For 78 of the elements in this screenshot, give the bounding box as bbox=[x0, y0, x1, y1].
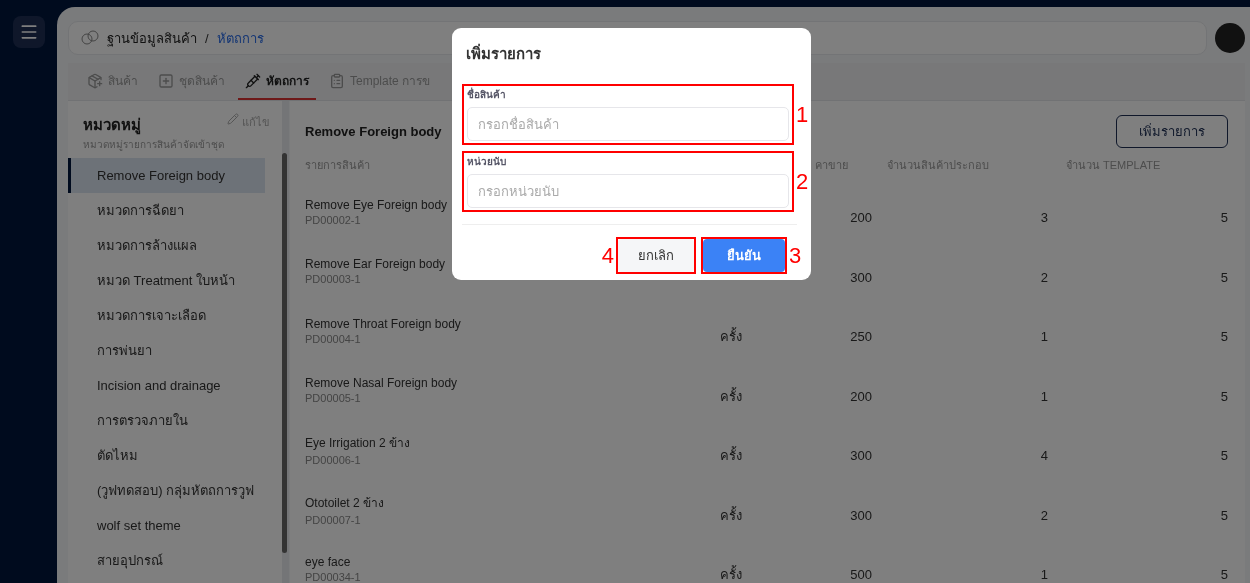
template-count-cell: 5 bbox=[1220, 507, 1228, 523]
item-count-cell: 1 bbox=[1040, 388, 1048, 404]
product-name: eye face bbox=[305, 554, 352, 569]
package-icon bbox=[87, 72, 103, 89]
item-count-cell: 3 bbox=[1040, 210, 1048, 226]
template-count-cell: 5 bbox=[1220, 388, 1228, 404]
price-cell: 200 bbox=[850, 388, 872, 404]
price-cell: 300 bbox=[850, 507, 872, 523]
syringe-icon bbox=[245, 72, 261, 89]
product-name: Remove Throat Foreign body bbox=[305, 316, 462, 331]
product-name: Ototoilet 2 ข้าง bbox=[305, 494, 386, 512]
product-name: Eye Irrigation 2 ข้าง bbox=[305, 435, 412, 453]
template-count-cell: 5 bbox=[1220, 448, 1228, 464]
unit-cell-text: ครั้ง bbox=[720, 326, 742, 347]
annotation-number: 2 bbox=[796, 170, 809, 193]
template-count-cell: 5 bbox=[1220, 567, 1228, 583]
category-title: หมวดหมู่ bbox=[83, 115, 141, 137]
plus-square-icon bbox=[158, 72, 174, 89]
product-code: PD00007-1 bbox=[305, 513, 362, 526]
category-item[interactable]: หมวดการเจาะเลือด bbox=[68, 298, 265, 333]
breadcrumb-link[interactable]: หัตถการ bbox=[216, 27, 264, 49]
template-count-cell: 5 bbox=[1220, 329, 1228, 345]
price-cell: 300 bbox=[850, 448, 872, 464]
input-field[interactable]: กรอกหน่วยนับ bbox=[467, 174, 789, 208]
category-item[interactable]: wolf set theme bbox=[68, 508, 265, 543]
pencil-icon bbox=[227, 113, 240, 125]
item-count-cell: 2 bbox=[1040, 507, 1048, 523]
category-item[interactable]: การตรวจภายใน bbox=[68, 403, 265, 438]
annotation-number: 1 bbox=[796, 103, 809, 126]
category-item[interactable]: หมวด Treatment ใบหน้า bbox=[68, 263, 265, 298]
scrollbar-thumb[interactable] bbox=[282, 153, 288, 553]
annotation-number: 3 bbox=[789, 244, 802, 267]
product-code: PD00005-1 bbox=[305, 392, 362, 405]
category-item[interactable]: Remove Foreign body bbox=[68, 158, 265, 193]
field-label: ชื่อสินค้า bbox=[467, 87, 507, 102]
item-count-cell: 1 bbox=[1040, 567, 1048, 583]
category-item[interactable]: (วูฟทดสอบ) กลุ่มหัตถการวูฟ bbox=[68, 473, 265, 508]
confirm-button[interactable]: ยืนยัน bbox=[703, 239, 785, 272]
category-item[interactable]: หมวดการฉีดยา bbox=[68, 193, 265, 228]
input-field[interactable]: กรอกชื่อสินค้า bbox=[467, 107, 789, 141]
field-label: หน่วยนับ bbox=[467, 155, 507, 169]
annotation-number: 4 bbox=[601, 244, 614, 267]
item-count-cell: 1 bbox=[1040, 329, 1048, 345]
pills-icon bbox=[81, 30, 99, 46]
price-cell: 200 bbox=[850, 210, 872, 226]
menu-button[interactable] bbox=[12, 16, 45, 48]
unit-cell-text: ครั้ง bbox=[720, 386, 742, 406]
breadcrumb-link[interactable]: ฐานข้อมูลสินค้า bbox=[107, 27, 197, 49]
product-code: PD00003-1 bbox=[305, 273, 362, 286]
price-cell: 300 bbox=[850, 269, 872, 285]
product-name: Remove Nasal Foreign body bbox=[305, 376, 459, 391]
category-item[interactable]: สายอุปกรณ์ bbox=[68, 543, 265, 578]
dialog-title: เพิ่มรายการ bbox=[465, 42, 542, 64]
product-code: PD00034-1 bbox=[305, 570, 362, 583]
product-code: PD00004-1 bbox=[305, 332, 362, 345]
item-count-cell: 2 bbox=[1040, 269, 1048, 285]
unit-cell-text: ครั้ง bbox=[720, 505, 742, 525]
cancel-button[interactable]: ยกเลิก bbox=[618, 239, 694, 272]
template-count-cell: 5 bbox=[1220, 269, 1228, 285]
avatar[interactable] bbox=[1215, 23, 1245, 53]
category-item[interactable]: หมวดการล้างแผล bbox=[68, 228, 265, 263]
template-count-cell: 5 bbox=[1220, 210, 1228, 226]
category-item[interactable]: การพ่นยา bbox=[68, 333, 265, 368]
unit-cell-text: ครั้ง bbox=[720, 445, 742, 466]
product-name: Remove Ear Foreign body bbox=[305, 257, 447, 272]
unit-cell: ครั้ง bbox=[720, 564, 742, 583]
clipboard-icon bbox=[329, 72, 345, 89]
content-title: Remove Foreign body bbox=[305, 124, 442, 139]
product-code: PD00006-1 bbox=[305, 454, 362, 467]
item-count-cell: 4 bbox=[1040, 448, 1048, 464]
breadcrumb-separator: / bbox=[205, 30, 209, 46]
price-cell: 250 bbox=[850, 329, 872, 345]
add-item-button[interactable]: เพิ่มรายการ bbox=[1116, 115, 1228, 148]
product-name: Remove Eye Foreign body bbox=[305, 197, 449, 212]
product-code: PD00002-1 bbox=[305, 213, 362, 226]
price-cell: 500 bbox=[850, 567, 872, 583]
category-item[interactable]: Incision and drainage bbox=[68, 368, 265, 403]
category-item[interactable]: ตัดไหม bbox=[68, 438, 265, 473]
